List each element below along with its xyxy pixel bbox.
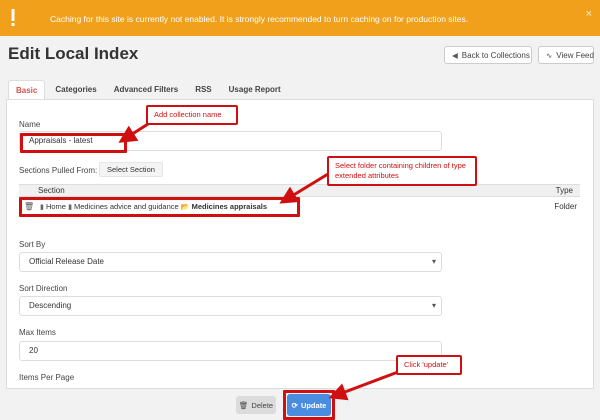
callout-add-name: Add collection name (146, 105, 238, 126)
name-highlight (20, 133, 127, 153)
sort-direction-select[interactable]: Descending (19, 296, 442, 316)
section-highlight (19, 197, 300, 217)
update-highlight (283, 390, 335, 420)
tab-bar: Basic Categories Advanced Filters RSS Us… (8, 80, 291, 100)
alert-message: Caching for this site is currently not e… (50, 14, 469, 24)
close-icon[interactable]: × (586, 8, 592, 20)
tab-categories[interactable]: Categories (48, 80, 103, 100)
delete-button[interactable]: 🗑 Delete (236, 396, 276, 414)
sort-by-select[interactable]: Official Release Date (19, 252, 442, 272)
trash-icon: 🗑 (238, 400, 249, 410)
back-icon: ◀ (452, 50, 458, 60)
select-section-button[interactable]: Select Section (99, 162, 163, 177)
sort-by-label: Sort By (19, 240, 46, 249)
callout-click-update: Click 'update' (396, 355, 462, 376)
tab-usage-report[interactable]: Usage Report (222, 80, 288, 100)
max-items-label: Max Items (19, 328, 56, 337)
callout-select-folder: Select folder containing children of typ… (327, 156, 477, 187)
tab-advanced-filters[interactable]: Advanced Filters (107, 80, 185, 100)
warning-icon (11, 9, 15, 26)
view-feed-button[interactable]: ∿ View Feed (538, 46, 594, 64)
tab-basic[interactable]: Basic (8, 80, 46, 100)
sections-table-header: Section Type (19, 184, 580, 197)
sections-label: Sections Pulled From: (19, 166, 98, 175)
caching-alert: Caching for this site is currently not e… (0, 0, 600, 36)
col-type: Type (555, 186, 573, 195)
tab-rss[interactable]: RSS (188, 80, 218, 100)
row-type: Folder (554, 202, 577, 211)
col-section: Section (38, 186, 65, 195)
back-to-collections-button[interactable]: ◀ Back to Collections (444, 46, 532, 64)
rss-icon: ∿ (546, 50, 553, 60)
items-per-page-label: Items Per Page (19, 373, 75, 382)
name-label: Name (19, 120, 41, 129)
max-items-input[interactable]: 20 (19, 341, 442, 361)
sort-direction-label: Sort Direction (19, 284, 68, 293)
page-title: Edit Local Index (8, 44, 139, 63)
